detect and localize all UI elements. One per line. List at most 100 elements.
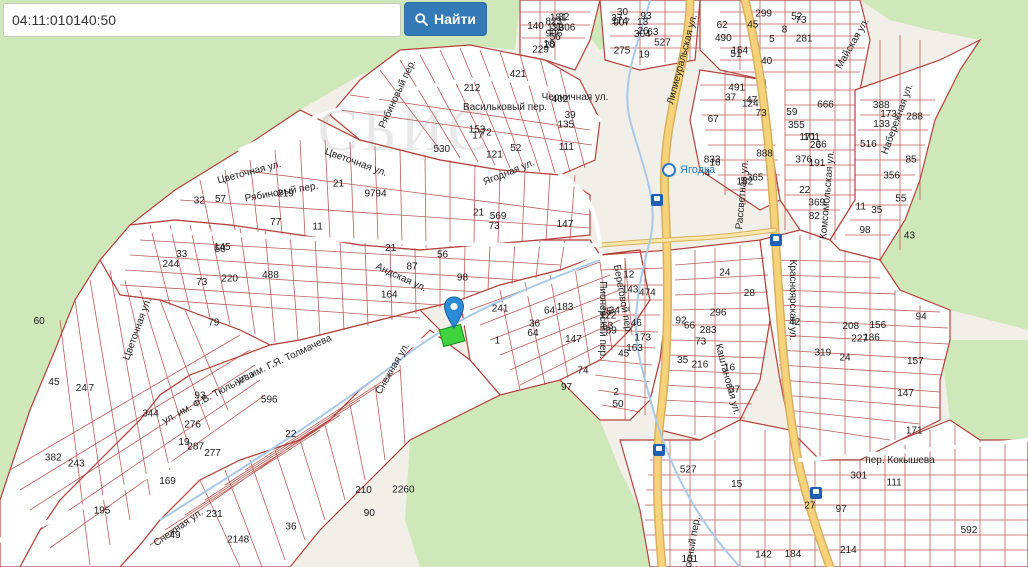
- lot-number: 243: [68, 459, 85, 470]
- lot-number: 37: [611, 13, 623, 24]
- lot-number: 73: [756, 108, 768, 119]
- lot-number: 55: [895, 193, 907, 204]
- lot-number: 147: [897, 388, 914, 399]
- lot-number: 46: [631, 318, 643, 329]
- bus-stop-icon[interactable]: [653, 444, 665, 456]
- lot-number: 50: [613, 399, 625, 410]
- lot-number: 37: [725, 93, 737, 104]
- lot-number: 35: [871, 205, 883, 216]
- lot-number: 212: [464, 83, 481, 94]
- lot-number: 87: [407, 261, 419, 272]
- bus-stop-icon[interactable]: [810, 487, 822, 499]
- poi-name: Ягодка: [680, 164, 716, 176]
- lot-number: 277: [204, 448, 221, 459]
- bus-stop-icon[interactable]: [770, 234, 782, 246]
- lot-number: 97: [836, 504, 848, 515]
- street-label: Васильковый пер.: [463, 102, 547, 113]
- lot-number: 171: [906, 426, 923, 437]
- lot-number: 5: [769, 34, 775, 45]
- lot-number: 73: [795, 15, 807, 26]
- lot-number: 527: [654, 37, 671, 48]
- lot-number: 344: [142, 409, 159, 420]
- lot-number: 57: [215, 194, 227, 205]
- lot-number: 60: [34, 316, 46, 327]
- lot-number: 490: [715, 33, 732, 44]
- lot-number: 666: [817, 100, 834, 111]
- lot-number: 516: [860, 139, 877, 150]
- poi-yagodka[interactable]: Ягодка: [662, 163, 715, 177]
- lot-number: 402: [552, 94, 569, 105]
- cadastral-search-input[interactable]: [3, 3, 401, 37]
- street-label: пер. Кокышева: [865, 455, 935, 466]
- lot-number: 62: [717, 20, 729, 31]
- lot-number: 231: [206, 509, 223, 520]
- lot-number: 296: [710, 307, 727, 318]
- lot-number: 7: [89, 383, 95, 394]
- lot-number: 241: [492, 303, 509, 314]
- lot-number: 22: [799, 185, 811, 196]
- lot-number: 90: [364, 508, 376, 519]
- lot-number: 15: [731, 479, 743, 490]
- lot-number: 49: [169, 530, 181, 541]
- lot-number: 11: [312, 222, 323, 233]
- lot-number: 21: [473, 208, 485, 219]
- lot-number: 488: [262, 270, 279, 281]
- lot-number: 133: [873, 119, 890, 130]
- lot-number: 12: [623, 269, 635, 280]
- lot-number: 56: [550, 32, 562, 43]
- lot-number: 596: [261, 395, 278, 406]
- lot-number: 42: [789, 317, 801, 328]
- lot-number: 530: [433, 144, 450, 155]
- lot-number: 94: [375, 188, 387, 199]
- lot-number: 2260: [392, 484, 415, 495]
- search-icon: [415, 12, 429, 26]
- lot-number: 73: [695, 337, 707, 348]
- lot-number: 173: [634, 332, 651, 343]
- lot-number: 8: [782, 25, 788, 36]
- lot-number: 52: [510, 143, 522, 154]
- lot-number: 24: [719, 267, 731, 278]
- lot-number: 184: [785, 549, 802, 560]
- lot-number: 183: [557, 302, 574, 313]
- lot-number: 36: [285, 522, 297, 533]
- lot-number: 145: [214, 242, 231, 253]
- lot-number: 181: [550, 12, 567, 23]
- lot-number: 19: [639, 50, 651, 61]
- lot-number: 35: [677, 355, 689, 366]
- lot-number: 64: [527, 328, 539, 339]
- lot-number: 45: [48, 377, 60, 388]
- lot-number: 421: [510, 69, 527, 80]
- lot-number: 24: [76, 383, 88, 394]
- shop-icon: [662, 163, 676, 177]
- lot-number: 219: [277, 189, 294, 200]
- lot-number: 32: [194, 196, 206, 207]
- lot-number: 45: [747, 20, 759, 31]
- lot-number: 888: [756, 148, 773, 159]
- lot-number: 94: [916, 312, 928, 323]
- lot-number: 156: [870, 320, 887, 331]
- cadastral-map[interactable]: Цветочная ул. Цветочная ул.Рябиновый пер.…: [0, 0, 1028, 567]
- lot-number: 140: [527, 21, 544, 32]
- lot-number: 214: [840, 545, 857, 556]
- search-button[interactable]: Найти: [404, 2, 487, 36]
- lot-number: 208: [842, 321, 859, 332]
- lot-number: 227: [851, 333, 868, 344]
- lot-number: 142: [755, 550, 772, 561]
- lot-number: 195: [94, 506, 111, 517]
- lot-number: 21: [385, 243, 397, 254]
- lot-number: 64: [544, 305, 556, 316]
- lot-number: 97: [561, 382, 573, 393]
- lot-number: 163: [626, 343, 643, 354]
- lot-number: 135: [558, 120, 575, 131]
- lot-number: 569: [490, 211, 507, 222]
- lot-number: 164: [381, 290, 398, 301]
- bus-stop-icon[interactable]: [651, 194, 663, 206]
- lot-number: 491: [728, 82, 745, 93]
- lot-number: 101: [682, 554, 699, 565]
- lot-number: 111: [887, 477, 903, 488]
- lot-number: 21: [333, 179, 345, 190]
- lot-number: 527: [680, 465, 697, 476]
- map-pin-icon[interactable]: [443, 296, 465, 330]
- lot-number: 220: [221, 274, 238, 285]
- lot-number: 169: [159, 476, 176, 487]
